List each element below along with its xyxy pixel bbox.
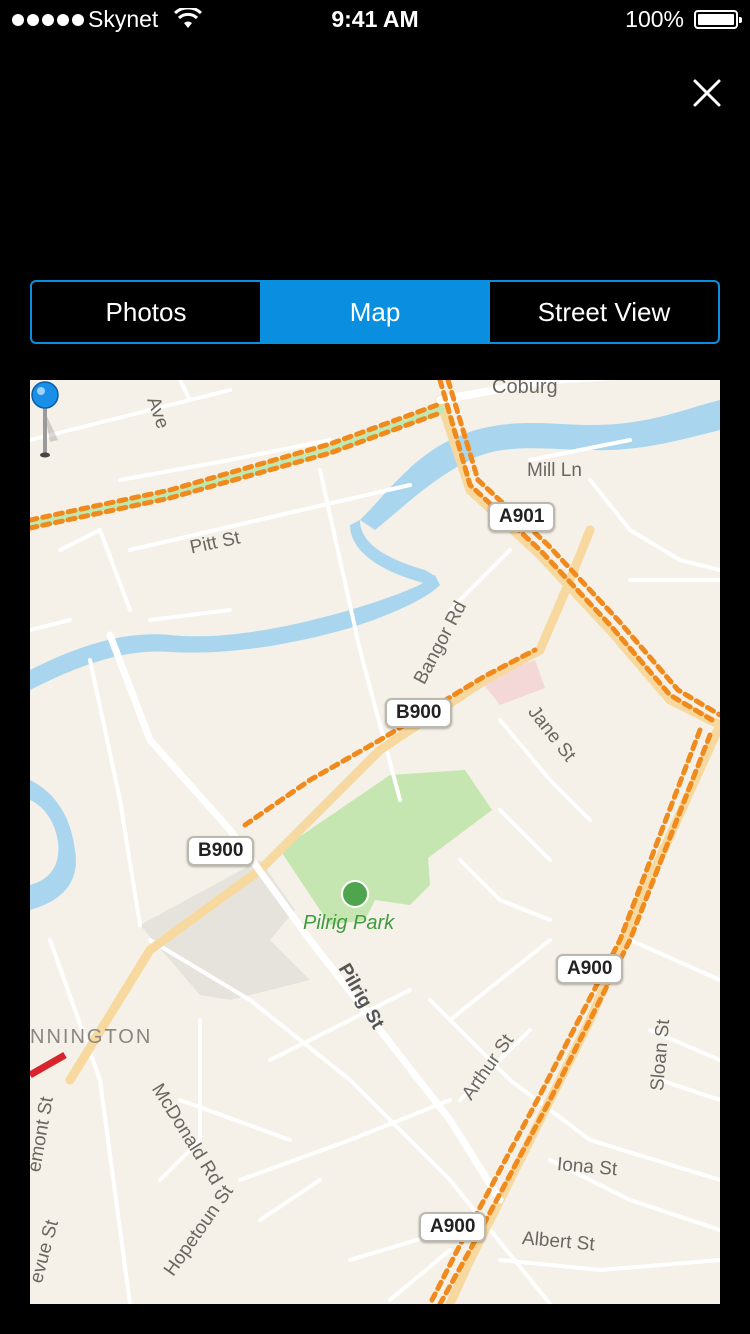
tab-photos[interactable]: Photos (32, 282, 260, 342)
battery-percentage: 100% (625, 6, 684, 32)
river-left (30, 780, 76, 910)
district-label: NNINGTON (30, 1026, 153, 1048)
red-traffic-segment (30, 1051, 67, 1079)
road-shield-b900-lower: B900 (187, 836, 255, 866)
tree-icon (341, 880, 369, 908)
pilrig-park-area (280, 770, 492, 925)
battery-icon (694, 10, 742, 29)
map-pin-icon[interactable] (30, 380, 60, 460)
close-icon (693, 79, 721, 107)
view-mode-segmented-control: Photos Map Street View (30, 280, 720, 344)
grey-block (140, 860, 310, 1000)
park-label: Pilrig Park (303, 912, 395, 934)
close-button[interactable] (686, 72, 728, 114)
status-bar: Skynet 9:41 AM 100% (0, 0, 750, 40)
road-shield-a901: A901 (488, 502, 556, 532)
road-shield-a900-low: A900 (419, 1212, 487, 1242)
street-label-mill-ln: Mill Ln (527, 460, 582, 481)
road-shield-a900-mid: A900 (556, 954, 624, 984)
street-label-coburg: Coburg (492, 380, 558, 398)
road-shield-b900-upper: B900 (385, 698, 453, 728)
river-bend (350, 520, 435, 584)
tab-street-view[interactable]: Street View (489, 282, 718, 342)
tab-map[interactable]: Map (260, 282, 489, 342)
map-view[interactable]: Coburg Ave Mill Ln Pitt St Bangor Rd Jan… (30, 380, 720, 1304)
